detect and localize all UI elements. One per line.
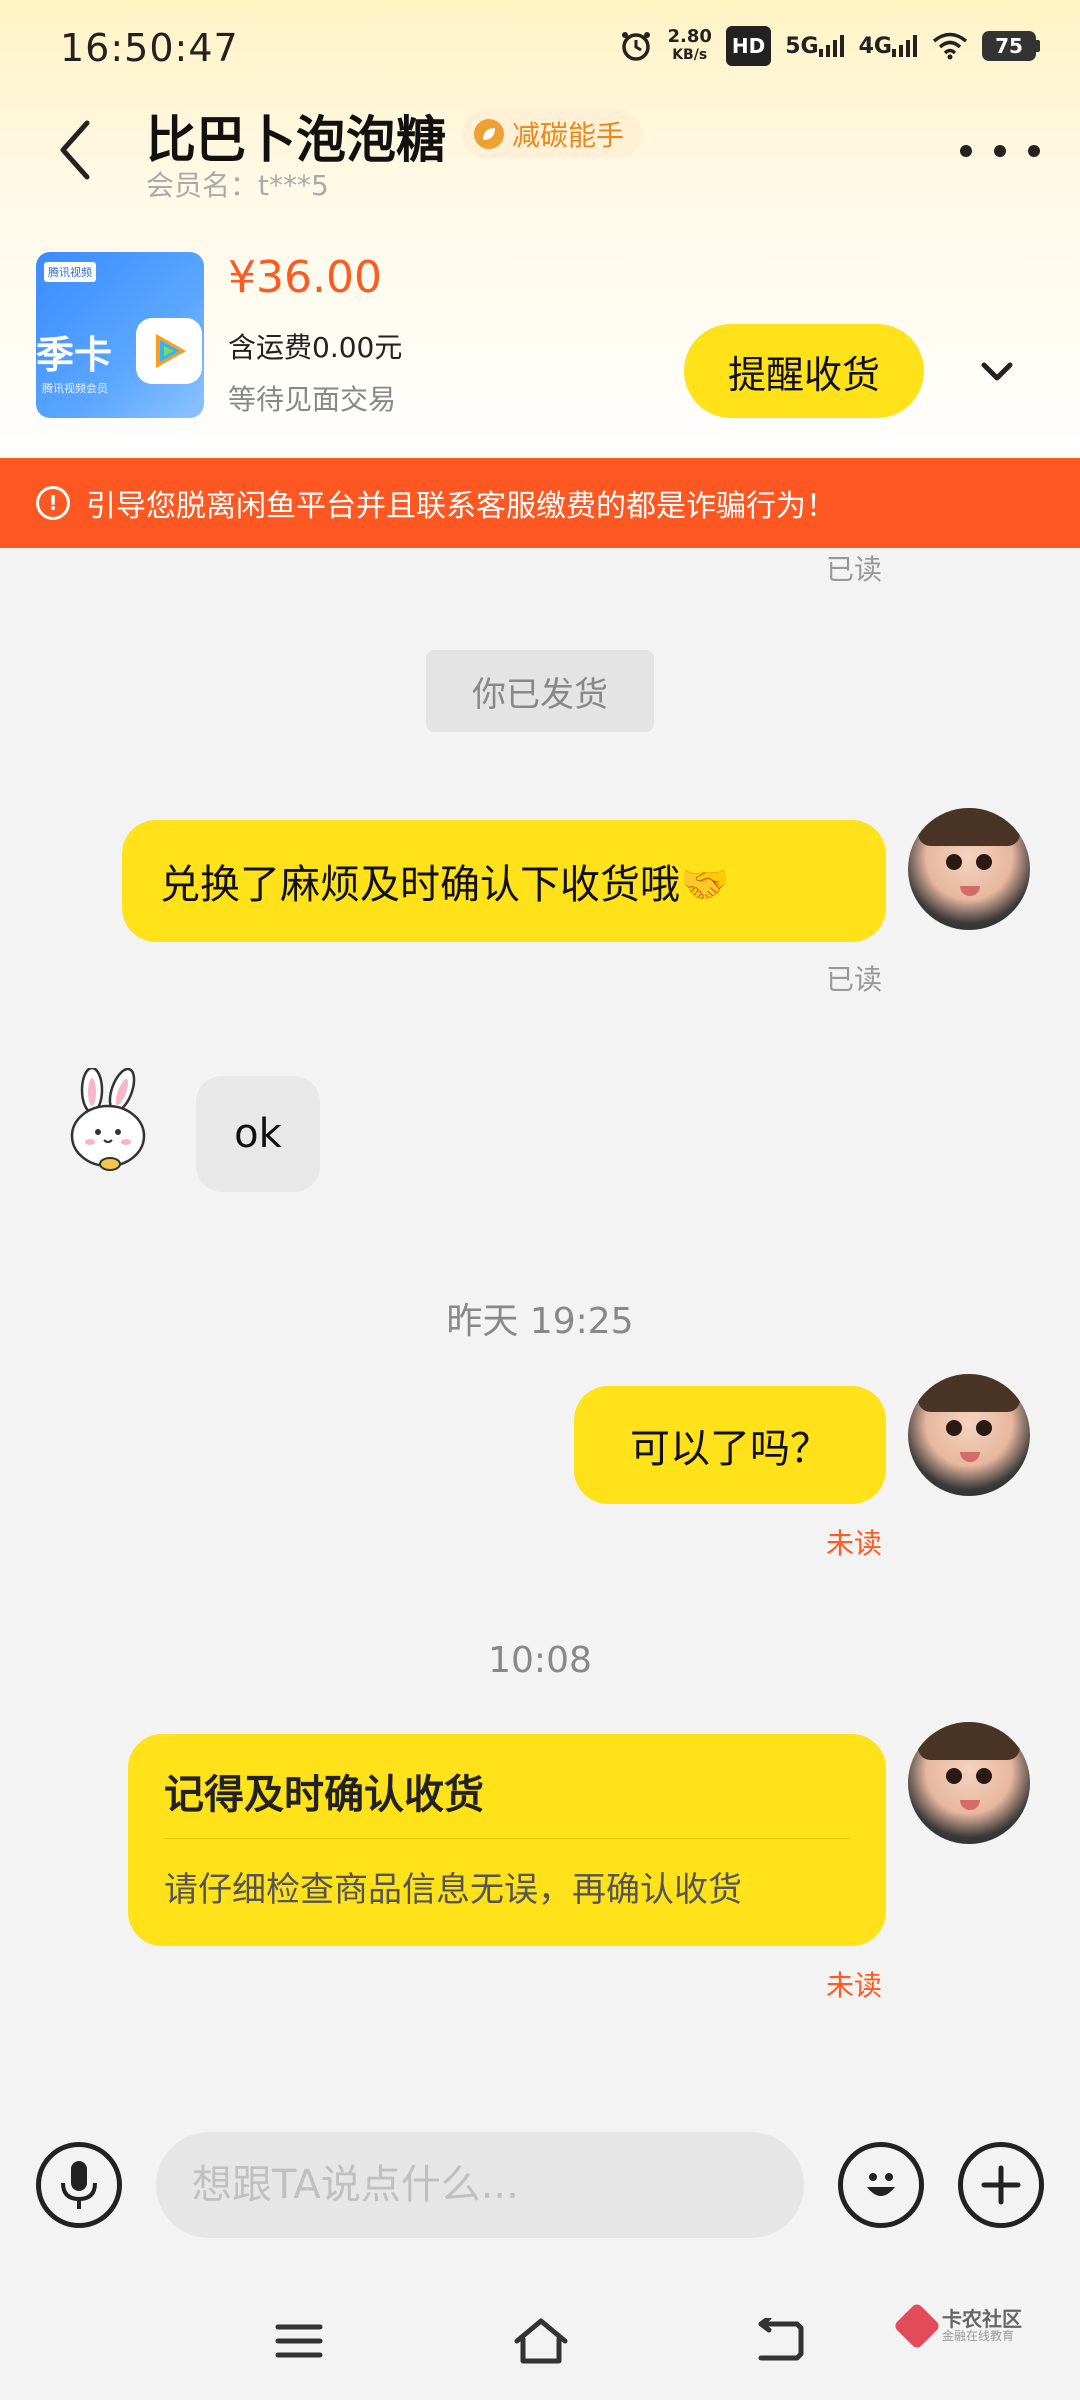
more-dot	[960, 145, 972, 157]
status-bar: 16:50:47 2.80 KB/s HD 5G 4G 75	[0, 0, 1080, 96]
signal-5g-icon: 5G	[785, 26, 844, 66]
back-button[interactable]	[40, 110, 110, 190]
member-name: 会员名：t***5	[146, 169, 329, 202]
leaf-icon	[474, 119, 504, 149]
remind-receipt-button[interactable]: 提醒收货	[684, 324, 924, 418]
message-text: ok	[234, 1111, 282, 1157]
product-image-title: 季卡	[36, 332, 113, 377]
my-avatar[interactable]	[908, 808, 1030, 930]
watermark-logo-icon	[892, 2301, 942, 2350]
back-arrow-icon	[758, 2318, 804, 2361]
expand-button[interactable]	[950, 332, 1044, 412]
fraud-warning-bar: ! 引导您脱离闲鱼平台并且联系客服缴费的都是诈骗行为！	[0, 458, 1080, 548]
status-time: 16:50:47	[60, 26, 239, 70]
timestamp: 10:08	[488, 1640, 592, 1681]
net-speed: 2.80 KB/s	[667, 26, 711, 66]
add-button[interactable]	[958, 2142, 1044, 2228]
product-image-subtitle: 腾讯视频会员	[42, 382, 108, 395]
card-title: 记得及时确认收货	[164, 1772, 484, 1818]
message-text: 兑换了麻烦及时确认下收货哦🤝	[160, 862, 730, 908]
status-icons: 2.80 KB/s HD 5G 4G 75	[619, 26, 1040, 66]
timestamp: 昨天 19:25	[446, 1301, 634, 1342]
watermark-title: 卡农社区	[942, 2307, 1022, 2331]
my-avatar[interactable]	[908, 1722, 1030, 1844]
chevron-down-icon	[981, 362, 1013, 381]
shipping-fee: 含运费0.00元	[228, 331, 403, 364]
unread-status: 未读	[826, 1969, 883, 2002]
product-price: ¥36.00	[228, 252, 382, 303]
wifi-icon	[932, 26, 968, 66]
confirm-receipt-card[interactable]: 记得及时确认收货 请仔细检查商品信息无误，再确认收货	[128, 1734, 886, 1946]
seller-name[interactable]: 比巴卜泡泡糖	[146, 100, 446, 172]
carbon-badge[interactable]: 减碳能手	[462, 110, 643, 158]
system-message-shipped: 你已发货	[426, 650, 654, 732]
more-dot	[994, 145, 1006, 157]
watermark-subtitle: 金融在线教育	[942, 2329, 1015, 2343]
plus-icon	[981, 2165, 1021, 2205]
product-brand-logo: 腾讯视频	[44, 262, 96, 282]
fraud-warning-text: 引导您脱离闲鱼平台并且联系客服缴费的都是诈骗行为！	[86, 489, 836, 524]
more-dot	[1028, 145, 1040, 157]
emoji-button[interactable]	[838, 2142, 924, 2228]
nav-menu-button[interactable]	[254, 2306, 344, 2376]
battery-level: 75	[982, 31, 1036, 61]
menu-icon	[275, 2324, 323, 2358]
signal-5g-label: 5G	[785, 33, 819, 59]
more-options-button[interactable]	[960, 126, 1040, 176]
tencent-video-icon	[136, 318, 202, 384]
home-icon	[514, 2318, 568, 2364]
signal-4g-label: 4G	[858, 33, 892, 59]
watermark: 卡农社区 金融在线教育	[892, 2301, 1022, 2350]
exclamation-icon: !	[36, 486, 70, 520]
read-status: 已读	[826, 553, 883, 586]
emoji-icon	[867, 2173, 895, 2196]
alarm-icon	[619, 26, 653, 66]
carbon-badge-label: 减碳能手	[512, 119, 625, 152]
my-avatar[interactable]	[908, 1374, 1030, 1496]
my-message-bubble[interactable]: 可以了吗？	[574, 1386, 886, 1504]
product-thumbnail[interactable]: 腾讯视频 季卡 腾讯视频会员	[36, 252, 204, 418]
trade-status: 等待见面交易	[228, 383, 397, 416]
nav-back-button[interactable]	[736, 2306, 826, 2376]
net-speed-unit: KB/s	[672, 47, 708, 63]
card-divider	[164, 1838, 850, 1839]
seller-avatar[interactable]	[60, 1066, 160, 1178]
battery-icon: 75	[982, 31, 1040, 61]
message-text: 可以了吗？	[630, 1426, 830, 1472]
read-status: 已读	[826, 963, 883, 996]
message-input[interactable]	[156, 2132, 804, 2238]
my-message-bubble[interactable]: 兑换了麻烦及时确认下收货哦🤝	[122, 820, 886, 942]
signal-4g-icon: 4G	[859, 26, 918, 66]
unread-status: 未读	[826, 1527, 883, 1560]
net-speed-value: 2.80	[667, 26, 712, 47]
chevron-left-icon	[60, 120, 90, 180]
bunny-avatar-icon	[70, 1066, 146, 1171]
voice-button[interactable]	[36, 2142, 122, 2228]
nav-home-button[interactable]	[496, 2306, 586, 2376]
seller-message-bubble[interactable]: ok	[196, 1076, 320, 1192]
hd-icon: HD	[725, 26, 772, 66]
card-description: 请仔细检查商品信息无误，再确认收货	[164, 1870, 742, 1910]
microphone-icon	[61, 2161, 97, 2209]
